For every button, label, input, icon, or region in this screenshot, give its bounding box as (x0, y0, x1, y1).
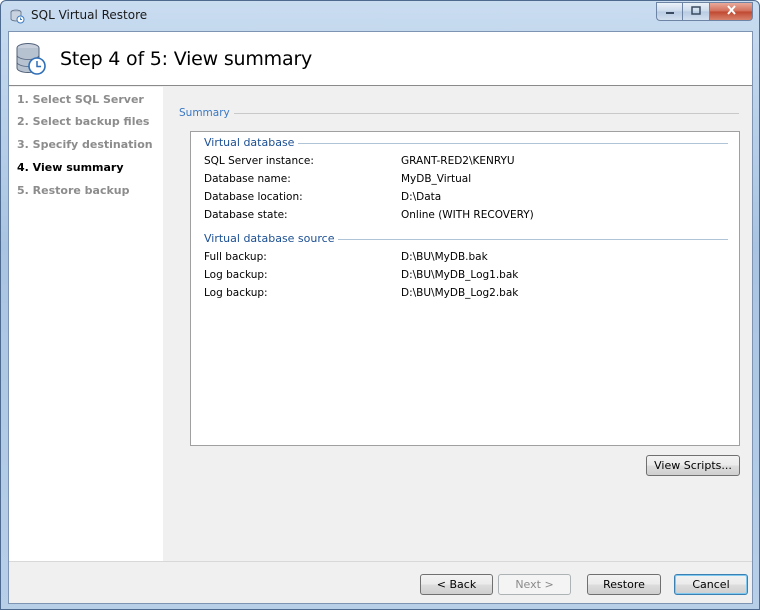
sql-server-instance-label: SQL Server instance: (204, 155, 314, 167)
app-window: SQL Virtual Restore Step 4 of 5: View su… (0, 0, 760, 610)
title-bar[interactable]: SQL Virtual Restore (1, 1, 759, 31)
minimize-button[interactable] (656, 2, 682, 21)
virtual-database-title: Virtual database (204, 136, 299, 149)
restore-button[interactable]: Restore (587, 574, 661, 595)
database-location-value: D:\Data (401, 191, 442, 203)
summary-section-label: Summary (179, 107, 234, 119)
maximize-button[interactable] (682, 2, 709, 21)
dialog-client-area: Step 4 of 5: View summary 1. Select SQL … (8, 31, 753, 604)
database-state-value: Online (WITH RECOVERY) (401, 209, 534, 221)
window-title: SQL Virtual Restore (31, 8, 148, 22)
full-backup-value: D:\BU\MyDB.bak (401, 251, 488, 263)
step-item-specify-destination: 3. Specify destination (17, 138, 153, 151)
next-button[interactable]: Next > (498, 574, 571, 595)
log-backup-1-label: Log backup: (204, 269, 268, 281)
wizard-header: Step 4 of 5: View summary (9, 32, 752, 86)
sql-server-instance-value: GRANT-RED2\KENRYU (401, 155, 515, 167)
database-restore-icon[interactable] (9, 8, 25, 24)
page-title: Step 4 of 5: View summary (60, 48, 313, 70)
database-state-label: Database state: (204, 209, 288, 221)
log-backup-2-value: D:\BU\MyDB_Log2.bak (401, 287, 519, 299)
summary-panel: Summary Virtual database SQL Server inst… (164, 87, 752, 561)
database-name-label: Database name: (204, 173, 291, 185)
maximize-icon (691, 5, 701, 18)
step-item-select-sql-server: 1. Select SQL Server (17, 93, 144, 106)
step-item-select-backup-files: 2. Select backup files (17, 115, 150, 128)
log-backup-2-label: Log backup: (204, 287, 268, 299)
cancel-button[interactable]: Cancel (674, 574, 748, 595)
database-name-value: MyDB_Virtual (401, 173, 472, 185)
step-item-restore-backup: 5. Restore backup (17, 184, 130, 197)
close-button[interactable] (709, 2, 753, 21)
database-location-label: Database location: (204, 191, 303, 203)
minimize-icon (665, 5, 675, 18)
wizard-steps-sidebar: 1. Select SQL Server 2. Select backup fi… (9, 87, 163, 561)
log-backup-1-value: D:\BU\MyDB_Log1.bak (401, 269, 519, 281)
step-item-view-summary: 4. View summary (17, 161, 124, 174)
section-divider (226, 113, 739, 114)
back-button[interactable]: < Back (420, 574, 493, 595)
summary-box: Virtual database SQL Server instance: GR… (190, 131, 740, 446)
view-scripts-button[interactable]: View Scripts... (646, 455, 740, 476)
virtual-database-source-title: Virtual database source (204, 232, 339, 245)
database-clock-icon (15, 42, 47, 76)
caption-buttons (656, 2, 753, 21)
full-backup-label: Full backup: (204, 251, 267, 263)
wizard-footer: < Back Next > Restore Cancel (9, 561, 752, 603)
close-icon (726, 5, 737, 18)
